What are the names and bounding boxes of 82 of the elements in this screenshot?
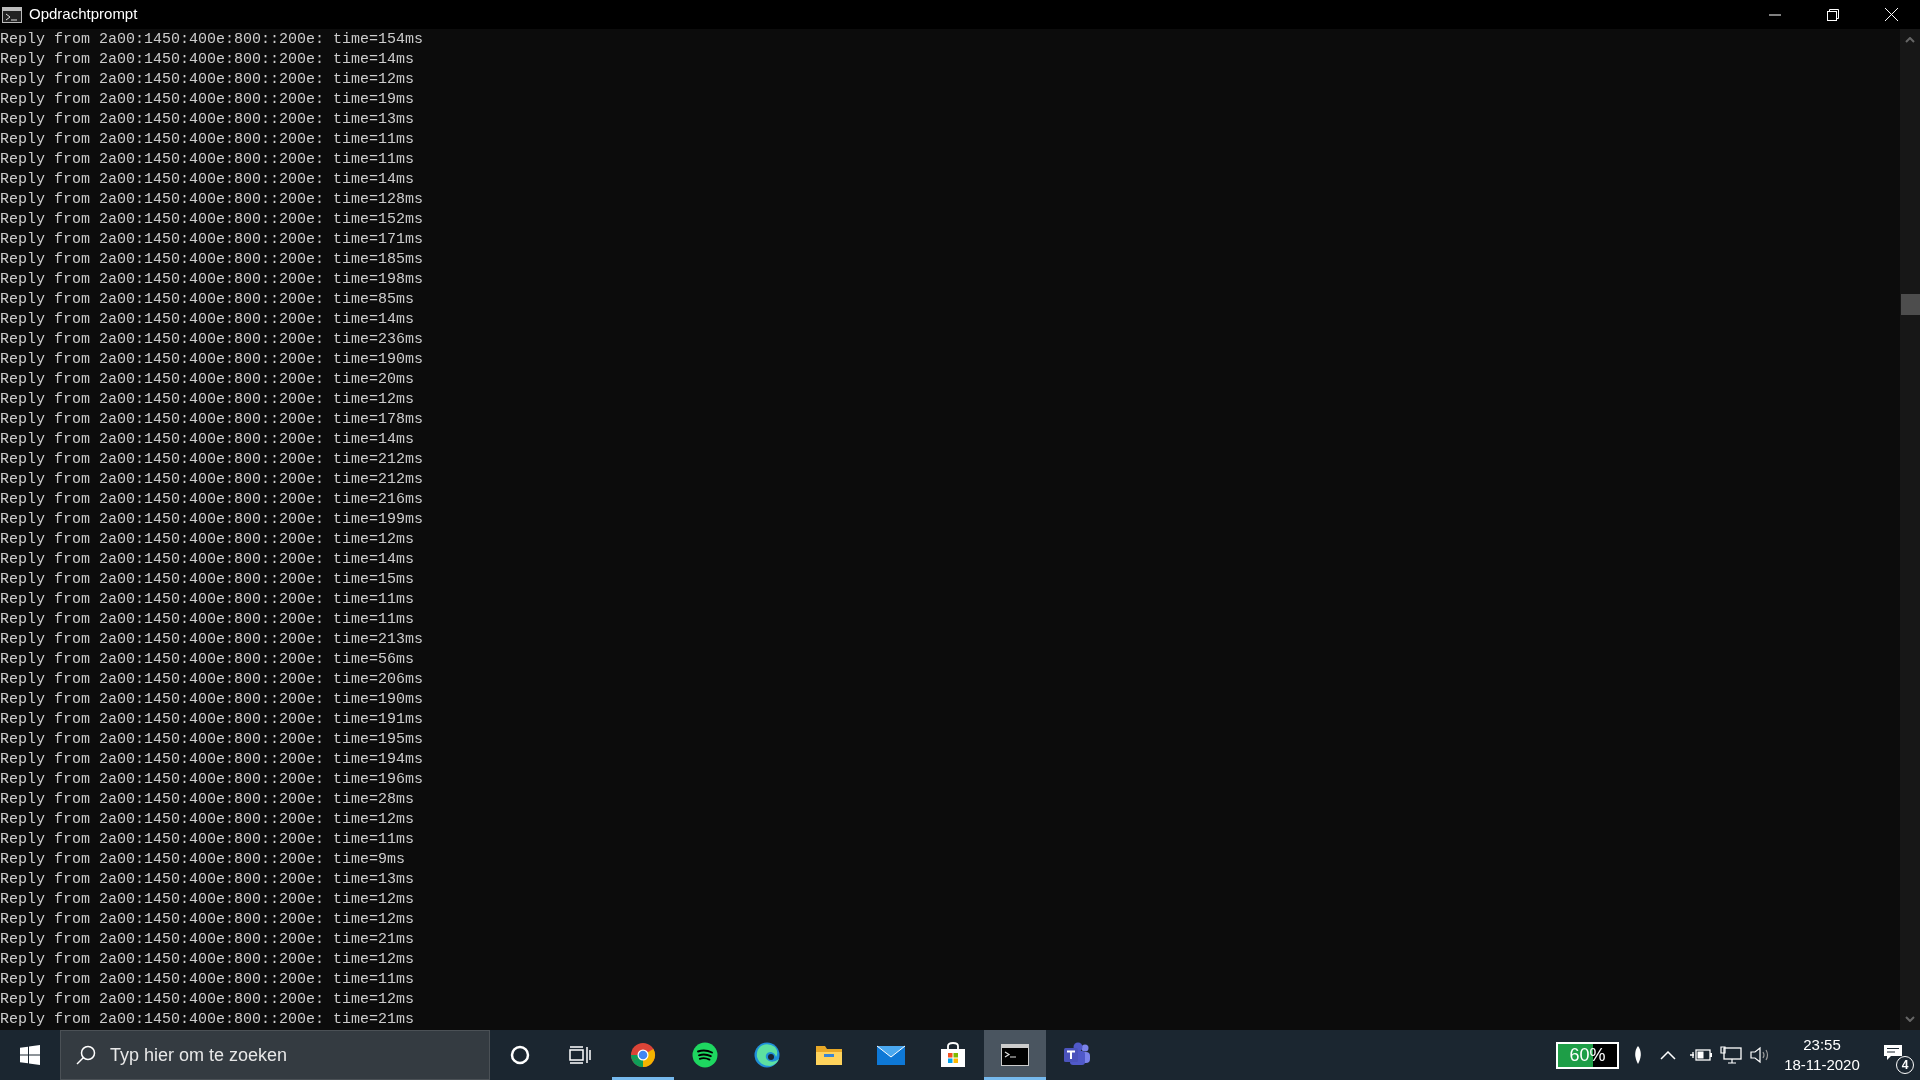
console-line: Reply from 2a00:1450:400e:800::200e: time=85ms bbox=[0, 290, 415, 310]
notifications-button[interactable]: 4 bbox=[1874, 1030, 1920, 1080]
console-line: Reply from 2a00:1450:400e:800::200e: time=15ms bbox=[0, 570, 415, 590]
terminal-icon bbox=[2, 6, 22, 23]
console-line: Reply from 2a00:1450:400e:800::200e: time=11ms bbox=[0, 150, 415, 170]
envelope-icon bbox=[877, 1044, 905, 1066]
restore-icon bbox=[1827, 8, 1839, 21]
people-icon bbox=[1063, 1042, 1091, 1068]
console-line: Reply from 2a00:1450:400e:800::200e: time=19ms bbox=[0, 90, 415, 110]
scroll-thumb[interactable] bbox=[1901, 294, 1920, 315]
console-line: Reply from 2a00:1450:400e:800::200e: time=206ms bbox=[0, 670, 424, 690]
console-line: Reply from 2a00:1450:400e:800::200e: time=152ms bbox=[0, 210, 424, 230]
console-line: Reply from 2a00:1450:400e:800::200e: time=190ms bbox=[0, 350, 424, 370]
clock-time[interactable]: 23:55 bbox=[1803, 1035, 1841, 1055]
console-line: Reply from 2a00:1450:400e:800::200e: time=12ms bbox=[0, 390, 415, 410]
console-line: Reply from 2a00:1450:400e:800::200e: time=9ms bbox=[0, 850, 406, 870]
taskbar-app-button[interactable] bbox=[984, 1030, 1046, 1080]
console-line: Reply from 2a00:1450:400e:800::200e: time=28ms bbox=[0, 790, 415, 810]
window-title: Opdrachtprompt bbox=[29, 4, 138, 25]
windows-icon bbox=[20, 1045, 40, 1065]
console-line: Reply from 2a00:1450:400e:800::200e: time=14ms bbox=[0, 50, 415, 70]
spotify-icon bbox=[692, 1042, 718, 1068]
console-line: Reply from 2a00:1450:400e:800::200e: time=11ms bbox=[0, 830, 415, 850]
console-line: Reply from 2a00:1450:400e:800::200e: time=190ms bbox=[0, 690, 424, 710]
console-line: Reply from 2a00:1450:400e:800::200e: time=196ms bbox=[0, 770, 424, 790]
console-line: Reply from 2a00:1450:400e:800::200e: time=14ms bbox=[0, 430, 415, 450]
scroll-down-icon bbox=[1905, 1016, 1915, 1022]
folder-icon bbox=[815, 1043, 843, 1067]
console-line: Reply from 2a00:1450:400e:800::200e: time=12ms bbox=[0, 990, 415, 1010]
console-line: Reply from 2a00:1450:400e:800::200e: time=12ms bbox=[0, 70, 415, 90]
console-line: Reply from 2a00:1450:400e:800::200e: time=13ms bbox=[0, 110, 415, 130]
console-line: Reply from 2a00:1450:400e:800::200e: time=199ms bbox=[0, 510, 424, 530]
console-line: Reply from 2a00:1450:400e:800::200e: time=56ms bbox=[0, 650, 415, 670]
console-line: Reply from 2a00:1450:400e:800::200e: time=14ms bbox=[0, 170, 415, 190]
console-line: Reply from 2a00:1450:400e:800::200e: time=178ms bbox=[0, 410, 424, 430]
console-line: Reply from 2a00:1450:400e:800::200e: time=154ms bbox=[0, 30, 424, 50]
console-line: Reply from 2a00:1450:400e:800::200e: time=128ms bbox=[0, 190, 424, 210]
console-line: Reply from 2a00:1450:400e:800::200e: time=213ms bbox=[0, 630, 424, 650]
console-line: Reply from 2a00:1450:400e:800::200e: time=12ms bbox=[0, 810, 415, 830]
clock-date[interactable]: 18-11-2020 bbox=[1784, 1055, 1860, 1075]
console-line: Reply from 2a00:1450:400e:800::200e: time=236ms bbox=[0, 330, 424, 350]
network-icon[interactable] bbox=[1720, 1046, 1742, 1064]
console-line: Reply from 2a00:1450:400e:800::200e: time=12ms bbox=[0, 950, 415, 970]
console-line: Reply from 2a00:1450:400e:800::200e: time=198ms bbox=[0, 270, 424, 290]
console-line: Reply from 2a00:1450:400e:800::200e: time=11ms bbox=[0, 590, 415, 610]
console-line: Reply from 2a00:1450:400e:800::200e: time=14ms bbox=[0, 310, 415, 330]
pen-icon[interactable] bbox=[1633, 1045, 1643, 1065]
task-view-icon bbox=[569, 1046, 591, 1064]
terminal-icon bbox=[1001, 1044, 1029, 1066]
minimize-icon bbox=[1769, 13, 1781, 16]
console-line: Reply from 2a00:1450:400e:800::200e: time=185ms bbox=[0, 250, 424, 270]
console-line: Reply from 2a00:1450:400e:800::200e: time=11ms bbox=[0, 970, 415, 990]
chevron-up-icon[interactable] bbox=[1660, 1050, 1676, 1060]
swirl-icon bbox=[754, 1042, 780, 1068]
message-icon bbox=[1883, 1044, 1903, 1062]
console-line: Reply from 2a00:1450:400e:800::200e: time=191ms bbox=[0, 710, 424, 730]
console-line: Reply from 2a00:1450:400e:800::200e: time=195ms bbox=[0, 730, 424, 750]
console-line: Reply from 2a00:1450:400e:800::200e: time=21ms bbox=[0, 1010, 415, 1030]
console-line: Reply from 2a00:1450:400e:800::200e: time=171ms bbox=[0, 230, 424, 250]
search-icon bbox=[76, 1045, 96, 1065]
shopping-bag-icon bbox=[940, 1042, 966, 1068]
scrollbar[interactable] bbox=[1900, 29, 1920, 1030]
close-icon bbox=[1884, 8, 1898, 21]
console-line: Reply from 2a00:1450:400e:800::200e: time=212ms bbox=[0, 470, 424, 490]
circle-icon bbox=[510, 1045, 530, 1065]
console-line: Reply from 2a00:1450:400e:800::200e: time=12ms bbox=[0, 890, 415, 910]
console-line: Reply from 2a00:1450:400e:800::200e: time=12ms bbox=[0, 530, 415, 550]
console-line: Reply from 2a00:1450:400e:800::200e: time=11ms bbox=[0, 130, 415, 150]
speaker-icon[interactable] bbox=[1750, 1046, 1770, 1064]
console-line: Reply from 2a00:1450:400e:800::200e: time=216ms bbox=[0, 490, 424, 510]
console-line: Reply from 2a00:1450:400e:800::200e: time=11ms bbox=[0, 610, 415, 630]
console-line: Reply from 2a00:1450:400e:800::200e: time=13ms bbox=[0, 870, 415, 890]
chrome-icon bbox=[630, 1042, 656, 1068]
console-line: Reply from 2a00:1450:400e:800::200e: time=194ms bbox=[0, 750, 424, 770]
console-line: Reply from 2a00:1450:400e:800::200e: time=20ms bbox=[0, 370, 415, 390]
console-line: Reply from 2a00:1450:400e:800::200e: time=21ms bbox=[0, 930, 415, 950]
power-plug-icon[interactable] bbox=[1690, 1048, 1712, 1062]
console-line: Reply from 2a00:1450:400e:800::200e: time=212ms bbox=[0, 450, 424, 470]
search-field[interactable]: Typ hier om te zoeken bbox=[60, 1030, 490, 1080]
scroll-up-icon bbox=[1905, 37, 1915, 43]
console-line: Reply from 2a00:1450:400e:800::200e: time=14ms bbox=[0, 550, 415, 570]
console-line: Reply from 2a00:1450:400e:800::200e: time=12ms bbox=[0, 910, 415, 930]
